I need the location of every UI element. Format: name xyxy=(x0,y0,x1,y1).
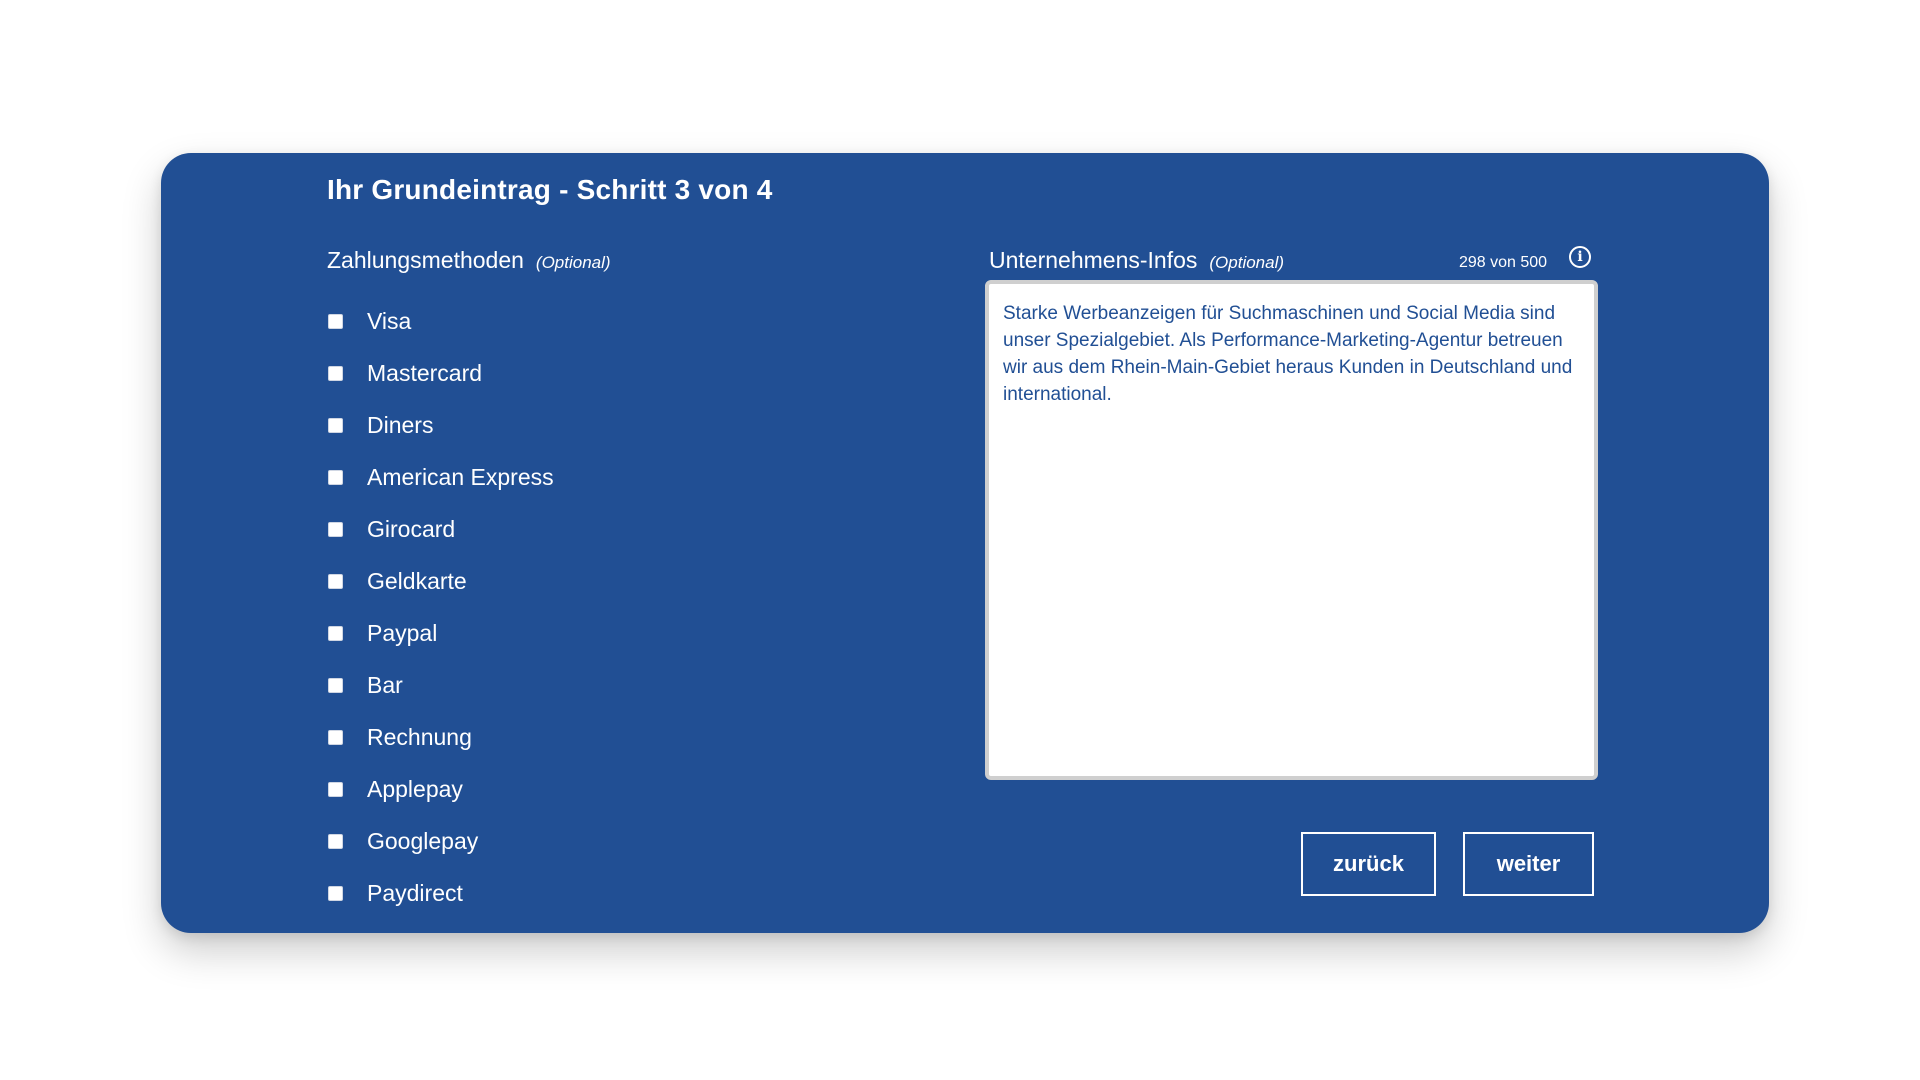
checkbox[interactable] xyxy=(328,677,343,693)
payment-option-label: Googlepay xyxy=(367,827,479,854)
payment-option-applepay[interactable]: Applepay xyxy=(327,763,554,815)
payment-option-label: Geldkarte xyxy=(367,567,467,594)
payment-option-label: Diners xyxy=(367,411,434,438)
checkbox[interactable] xyxy=(328,313,343,329)
back-button[interactable]: zurück xyxy=(1301,832,1436,896)
checkbox[interactable] xyxy=(328,885,343,901)
character-counter: 298 von 500 xyxy=(1459,254,1548,271)
payment-option-paypal[interactable]: Paypal xyxy=(327,607,554,659)
payment-option-girocard[interactable]: Girocard xyxy=(327,503,554,555)
checkbox[interactable] xyxy=(328,833,343,849)
payment-option-label: Paypal xyxy=(367,619,438,646)
next-button[interactable]: weiter xyxy=(1463,832,1594,896)
checkbox[interactable] xyxy=(328,521,343,537)
payment-option-american-express[interactable]: American Express xyxy=(327,451,554,503)
company-info-optional: (Optional) xyxy=(1209,253,1285,272)
payment-option-label: Applepay xyxy=(367,775,463,802)
page-title: Ihr Grundeintrag - Schritt 3 von 4 xyxy=(327,174,773,205)
checkbox[interactable] xyxy=(328,729,343,745)
payment-methods-optional: (Optional) xyxy=(535,253,611,272)
payment-option-visa[interactable]: Visa xyxy=(327,295,554,347)
payment-option-label: Bar xyxy=(367,671,403,698)
info-icon[interactable]: i xyxy=(1569,246,1591,268)
payment-option-label: Paydirect xyxy=(367,879,463,906)
payment-option-label: American Express xyxy=(367,463,554,490)
checkbox[interactable] xyxy=(328,469,343,485)
payment-methods-list: Visa Mastercard Diners American Express … xyxy=(327,295,554,919)
payment-methods-label: Zahlungsmethoden (Optional) xyxy=(327,247,611,274)
payment-option-geldkarte[interactable]: Geldkarte xyxy=(327,555,554,607)
payment-methods-title: Zahlungsmethoden xyxy=(327,247,524,273)
company-info-textarea[interactable]: Starke Werbeanzeigen für Suchmaschinen u… xyxy=(985,280,1598,780)
company-info-title: Unternehmens-Infos xyxy=(989,247,1198,273)
payment-option-rechnung[interactable]: Rechnung xyxy=(327,711,554,763)
checkbox[interactable] xyxy=(328,573,343,589)
checkbox[interactable] xyxy=(328,625,343,641)
checkbox[interactable] xyxy=(328,365,343,381)
payment-option-bar[interactable]: Bar xyxy=(327,659,554,711)
payment-option-label: Mastercard xyxy=(367,359,483,386)
payment-option-label: Visa xyxy=(367,307,412,334)
payment-option-googlepay[interactable]: Googlepay xyxy=(327,815,554,867)
payment-option-label: Girocard xyxy=(367,515,456,542)
payment-option-label: Rechnung xyxy=(367,723,472,750)
checkbox[interactable] xyxy=(328,417,343,433)
payment-option-diners[interactable]: Diners xyxy=(327,399,554,451)
payment-option-mastercard[interactable]: Mastercard xyxy=(327,347,554,399)
payment-option-paydirect[interactable]: Paydirect xyxy=(327,867,554,919)
form-card: Ihr Grundeintrag - Schritt 3 von 4 Zahlu… xyxy=(161,153,1769,933)
company-info-label: Unternehmens-Infos (Optional) xyxy=(989,247,1284,274)
checkbox[interactable] xyxy=(328,781,343,797)
